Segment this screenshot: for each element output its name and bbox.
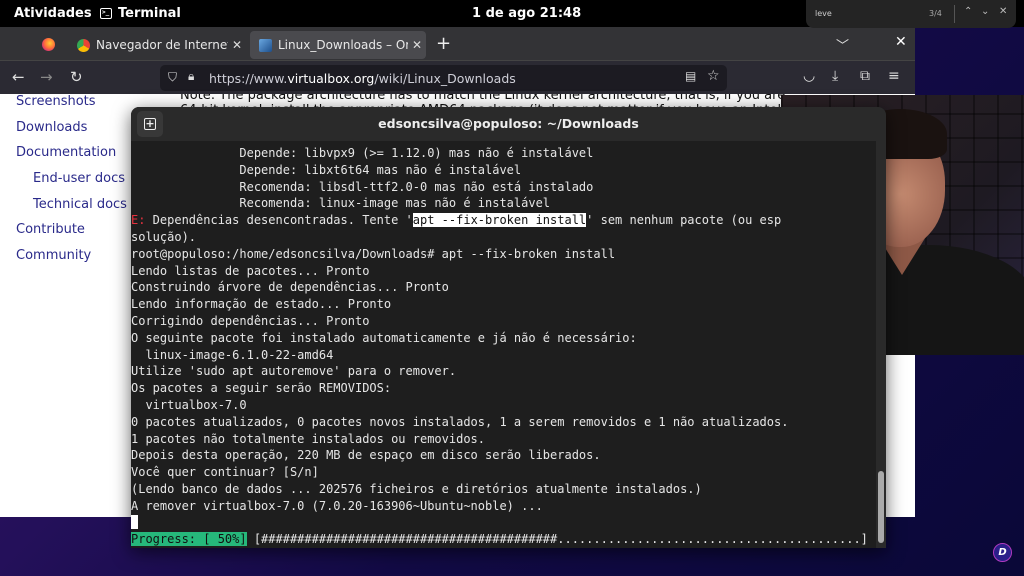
- line-text: ' sem nenhum pacote (ou esp: [586, 213, 782, 228]
- terminal-line: linux-image-6.1.0-22-amd64: [131, 347, 334, 362]
- find-match-count: 3/4: [929, 9, 942, 18]
- terminal-title: edsoncsilva@populoso: ~/Downloads: [378, 116, 639, 131]
- text-cursor: [131, 514, 138, 529]
- pocket-icon[interactable]: ◡: [803, 68, 815, 84]
- terminal-output[interactable]: Depende: libvpx9 (>= 1.12.0) mas não é i…: [131, 145, 876, 548]
- terminal-line: Depende: libvpx9 (>= 1.12.0) mas não é i…: [131, 146, 594, 160]
- tab-close-icon[interactable]: ✕: [228, 38, 246, 52]
- terminal-line: Construindo árvore de dependências... Pr…: [131, 280, 449, 295]
- terminal-line: 1 pacotes não totalmente instalados ou r…: [131, 431, 486, 446]
- extensions-puzzle-icon[interactable]: ⧉: [860, 68, 870, 84]
- scrollbar-thumb[interactable]: [878, 471, 884, 543]
- activities-button[interactable]: Atividades: [14, 6, 92, 21]
- reload-icon[interactable]: ↻: [70, 68, 83, 86]
- tab-label: Linux_Downloads – Oracle: [278, 38, 408, 52]
- sidebar-link-technical-docs[interactable]: Technical docs: [16, 197, 127, 223]
- lock-icon[interactable]: 🔒︎: [188, 69, 194, 84]
- chrome-icon: [77, 38, 90, 52]
- clock[interactable]: 1 de ago 21:48: [472, 6, 581, 21]
- sidebar-link-documentation[interactable]: Documentation: [16, 145, 127, 171]
- find-prev-chevron-up-icon[interactable]: ⌃: [964, 6, 972, 17]
- sidebar-link-screenshots[interactable]: Screenshots: [16, 94, 127, 120]
- bookmark-star-icon[interactable]: ☆: [707, 68, 720, 84]
- sidebar-nav: Screenshots Downloads Documentation End-…: [16, 94, 127, 274]
- back-arrow-icon[interactable]: ←: [12, 68, 25, 86]
- tab-chrome[interactable]: Navegador de Internet Go ✕: [68, 31, 246, 59]
- sidebar-link-downloads[interactable]: Downloads: [16, 120, 127, 146]
- find-close-icon[interactable]: ✕: [999, 6, 1007, 17]
- sidebar-link-contribute[interactable]: Contribute: [16, 222, 127, 248]
- tab-close-icon[interactable]: ✕: [408, 38, 426, 52]
- terminal-line: Recomenda: linux-image mas não é instalá…: [131, 196, 551, 211]
- address-bar[interactable]: ⛉ 🔒︎ https://www.virtualbox.org/wiki/Lin…: [160, 65, 727, 91]
- terminal-line: Depois desta operação, 220 MB de espaço …: [131, 448, 601, 463]
- terminal-line: Lendo informação de estado... Pronto: [131, 297, 392, 312]
- forward-arrow-icon[interactable]: →: [40, 68, 53, 86]
- progress-label: Progress: [ 50%]: [131, 532, 247, 547]
- cursor-line: [131, 514, 876, 532]
- terminal-line: Os pacotes a seguir serão REMOVIDOS:: [131, 381, 392, 396]
- terminal-icon: >_: [100, 8, 112, 19]
- terminal-line: A remover virtualbox-7.0 (7.0.20-163906~…: [131, 498, 543, 513]
- article-line: Note: The package architecture has to ma…: [180, 94, 786, 103]
- terminal-line: Depende: libxt6t64 mas não é instalável: [131, 162, 522, 177]
- virtualbox-icon: [259, 38, 272, 52]
- terminal-line: virtualbox-7.0: [131, 397, 247, 412]
- list-all-tabs-chevron-icon[interactable]: ﹀: [836, 35, 849, 54]
- download-icon[interactable]: ⤓: [832, 68, 838, 84]
- shield-icon[interactable]: ⛉: [168, 70, 177, 85]
- find-next-chevron-down-icon[interactable]: ⌄: [981, 6, 989, 17]
- terminal-line: solução).: [131, 229, 197, 244]
- terminal-line: Lendo listas de pacotes... Pronto: [131, 263, 370, 278]
- terminal-line: O seguinte pacote foi instalado automati…: [131, 330, 637, 345]
- selected-text[interactable]: apt --fix-broken install: [412, 213, 587, 228]
- terminal-line: Recomenda: libsdl-ttf2.0-0 mas não está …: [131, 179, 594, 194]
- firefox-view-icon[interactable]: [42, 38, 55, 51]
- find-input[interactable]: leve: [815, 9, 832, 18]
- window-close-button[interactable]: ✕: [895, 34, 907, 50]
- app-menu[interactable]: >_ Terminal: [100, 6, 181, 21]
- divider: [954, 5, 955, 23]
- terminal-line: (Lendo banco de dados ... 202576 ficheir…: [131, 481, 702, 496]
- progress-line: Progress: [ 50%] [######################…: [131, 531, 876, 548]
- nav-toolbar: ← → ↻ ⛉ 🔒︎ https://www.virtualbox.org/wi…: [0, 60, 915, 94]
- terminal-line: 0 pacotes atualizados, 0 pacotes novos i…: [131, 414, 789, 429]
- tab-linux-downloads[interactable]: Linux_Downloads – Oracle ✕: [250, 31, 426, 59]
- terminal-window[interactable]: + edsoncsilva@populoso: ~/Downloads Depe…: [131, 107, 886, 548]
- terminal-headerbar[interactable]: + edsoncsilva@populoso: ~/Downloads: [131, 107, 886, 141]
- new-tab-button[interactable]: +: [436, 33, 451, 54]
- sidebar-link-community[interactable]: Community: [16, 248, 127, 274]
- progress-bar: [#######################################…: [246, 532, 868, 547]
- terminal-line: Utilize 'sudo apt autoremove' para o rem…: [131, 364, 457, 379]
- reader-view-icon[interactable]: ▤: [685, 69, 696, 83]
- terminal-line: root@populoso:/home/edsoncsilva/Download…: [131, 246, 616, 261]
- error-prefix: E:: [131, 213, 146, 228]
- tab-label: Navegador de Internet Go: [96, 38, 228, 52]
- url-text[interactable]: https://www.virtualbox.org/wiki/Linux_Do…: [209, 71, 516, 86]
- app-menu-label: Terminal: [118, 6, 181, 21]
- terminal-line: Você quer continuar? [S/n]: [131, 465, 319, 480]
- find-overlay: leve 3/4 ⌃ ⌄ ✕: [806, 0, 1016, 28]
- sidebar-link-end-user-docs[interactable]: End-user docs: [16, 171, 127, 197]
- line-text: Dependências desencontradas. Tente ': [145, 213, 413, 228]
- tab-strip: Navegador de Internet Go ✕ Linux_Downloa…: [0, 27, 915, 60]
- channel-logo-icon: D: [993, 543, 1012, 562]
- terminal-line: E: Dependências desencontradas. Tente 'a…: [131, 212, 876, 229]
- hamburger-menu-icon[interactable]: ≡: [888, 68, 900, 84]
- terminal-line: Corrigindo dependências... Pronto: [131, 313, 370, 328]
- terminal-scrollbar[interactable]: [876, 141, 886, 548]
